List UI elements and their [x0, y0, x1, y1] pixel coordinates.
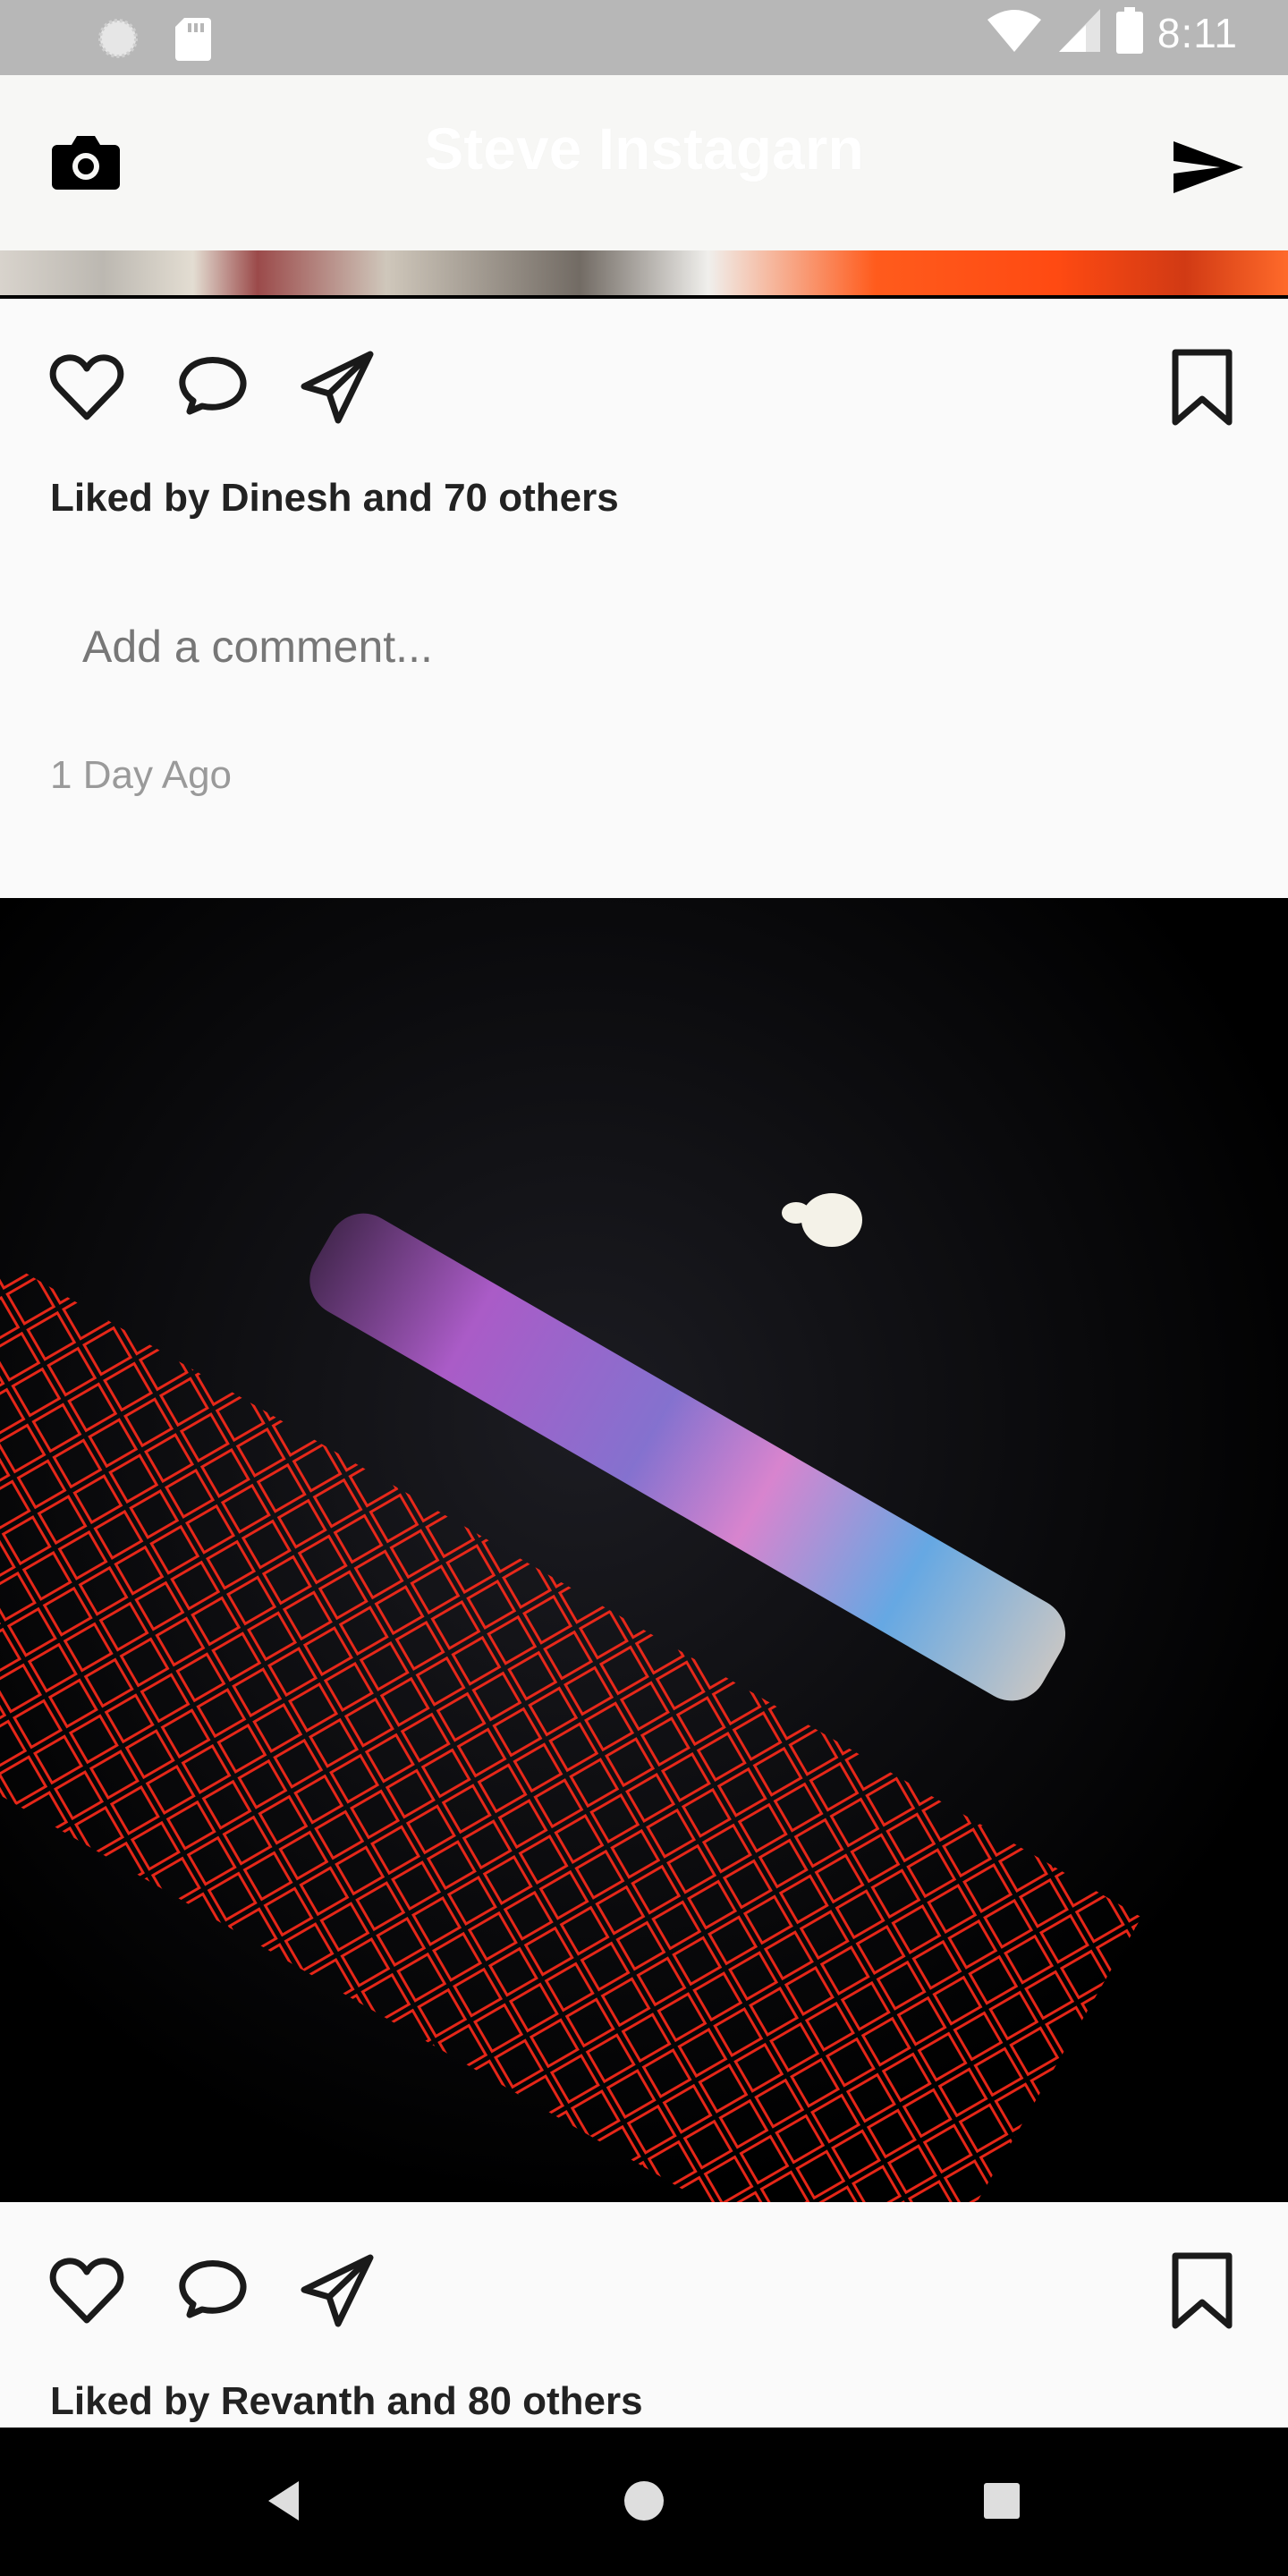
post-image[interactable]: [0, 898, 1288, 2202]
post-actions: [0, 2233, 1288, 2349]
comment-icon: [174, 357, 250, 429]
back-icon: [259, 2481, 313, 2531]
comment-icon: [174, 2260, 250, 2333]
heart-icon: [48, 2258, 125, 2333]
like-button[interactable]: [48, 349, 125, 426]
comment-button[interactable]: [174, 2252, 250, 2329]
send-button[interactable]: [1170, 129, 1247, 206]
sd-card-icon: [175, 16, 211, 65]
paper-plane-icon: [299, 351, 376, 429]
add-comment-input[interactable]: Add a comment...: [82, 621, 433, 673]
bookmark-button[interactable]: [1168, 2250, 1236, 2331]
recents-button[interactable]: [975, 2474, 1029, 2528]
camera-icon: [50, 136, 122, 202]
home-button[interactable]: [617, 2474, 671, 2528]
comment-button[interactable]: [174, 349, 250, 426]
post-timestamp: 1 Day Ago: [50, 753, 233, 797]
signal-icon: [1057, 7, 1102, 58]
battery-icon: [1115, 7, 1143, 58]
share-button[interactable]: [299, 2252, 376, 2329]
wifi-icon: [986, 7, 1043, 58]
likes-text[interactable]: Liked by Dinesh and 70 others: [50, 476, 619, 521]
navigation-bar: [0, 2428, 1288, 2576]
loading-icon: [97, 17, 140, 64]
bookmark-icon: [1168, 2252, 1236, 2334]
post-image[interactable]: [0, 250, 1288, 299]
bookmark-button[interactable]: [1168, 347, 1236, 428]
paper-plane-icon: [299, 2254, 376, 2333]
post-actions: [0, 329, 1288, 445]
heart-icon: [48, 354, 125, 429]
send-icon: [1170, 141, 1247, 209]
recents-icon: [975, 2483, 1029, 2531]
status-bar: 8:11: [0, 0, 1288, 75]
like-button[interactable]: [48, 2252, 125, 2329]
app-bar: Steve Instagarn: [0, 75, 1288, 250]
status-time: 8:11: [1157, 9, 1238, 56]
back-button[interactable]: [259, 2474, 313, 2528]
likes-text[interactable]: Liked by Revanth and 80 others: [50, 2379, 643, 2424]
app-title: Steve Instagarn: [424, 115, 864, 182]
home-icon: [617, 2481, 671, 2531]
share-button[interactable]: [299, 349, 376, 426]
bookmark-icon: [1168, 349, 1236, 431]
